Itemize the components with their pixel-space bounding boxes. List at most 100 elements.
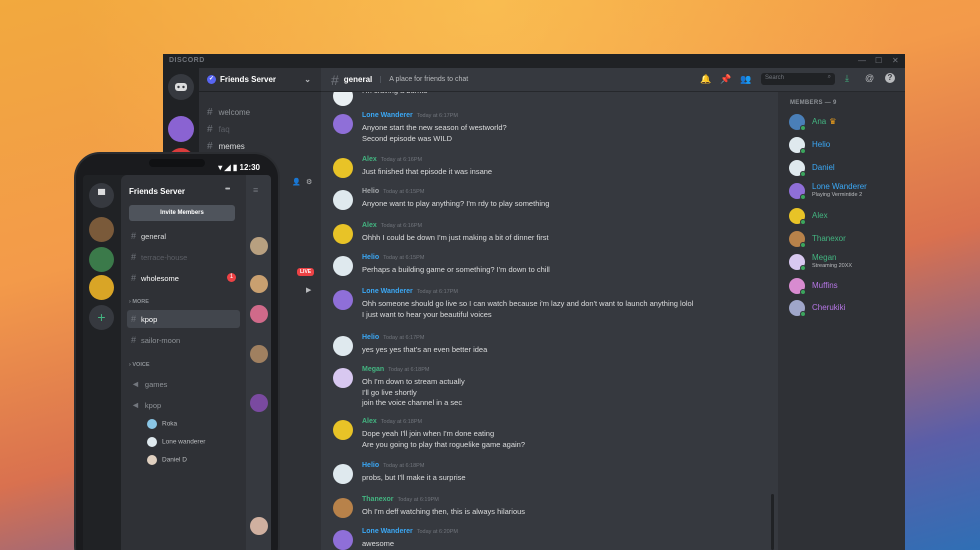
avatar[interactable] xyxy=(333,464,353,484)
voice-user[interactable]: Daniel D xyxy=(147,455,187,465)
message-author[interactable]: Lone Wanderer Today at 6:17PM xyxy=(362,112,458,119)
message-author[interactable]: Helio Today at 6:18PM xyxy=(362,462,424,469)
pin-icon[interactable]: 📌 xyxy=(720,74,731,85)
server-icon-sims[interactable] xyxy=(89,247,114,272)
member-list: MEMBERS — 9 Ana ♛ Helio Daniel Lone Wanderer… xyxy=(778,92,905,550)
message-author[interactable]: Alex Today at 6:16PM xyxy=(362,222,422,229)
message-author[interactable]: Alex Today at 6:16PM xyxy=(362,156,422,163)
message-text: Second episode was WILD xyxy=(362,133,453,143)
avatar[interactable] xyxy=(333,158,353,178)
minimize-button[interactable]: — xyxy=(858,56,866,65)
message-author[interactable]: Megan Today at 6:18PM xyxy=(362,366,429,373)
bell-icon[interactable]: 🔔 xyxy=(700,74,711,85)
hash-icon: # xyxy=(131,252,137,262)
member-name-text: Daniel xyxy=(812,163,835,172)
maximize-button[interactable]: ☐ xyxy=(875,56,882,65)
channel-topic: A place for friends to chat xyxy=(380,76,468,83)
help-icon[interactable]: ? xyxy=(885,73,895,83)
signal-icon: ◢ xyxy=(224,163,231,172)
phone-channel-kpop[interactable]: # kpop xyxy=(127,310,240,328)
avatar[interactable] xyxy=(333,92,353,106)
message-author[interactable]: Helio Today at 6:17PM xyxy=(362,334,424,341)
author-name: Lone Wanderer xyxy=(362,112,413,119)
hash-icon: # xyxy=(131,314,137,324)
member-activity: Playing Vermintide 2 xyxy=(812,192,863,198)
hash-icon: # xyxy=(331,71,339,88)
home-button[interactable] xyxy=(168,74,194,100)
message-text: I'm craving a burrito xyxy=(362,92,428,95)
channel-faq[interactable]: # faq xyxy=(207,124,230,135)
author-name: Lone Wanderer xyxy=(362,288,413,295)
add-server-icon[interactable]: + xyxy=(89,305,114,330)
category-more[interactable]: › MORE xyxy=(129,299,149,305)
author-name: Helio xyxy=(362,254,380,261)
author-name: Thanexor xyxy=(362,496,394,503)
message-author[interactable]: Lone Wanderer Today at 6:17PM xyxy=(362,288,458,295)
live-badge: LIVE xyxy=(297,268,315,276)
avatar[interactable] xyxy=(333,420,353,440)
phone-channel-general[interactable]: # general xyxy=(127,227,240,245)
chat-scrollbar[interactable] xyxy=(771,494,774,550)
crown-icon: ♛ xyxy=(829,117,837,126)
avatar[interactable] xyxy=(333,224,353,244)
category-voice[interactable]: › VOICE xyxy=(129,362,150,368)
settings-icon[interactable]: ⚙ xyxy=(306,178,312,186)
speaker-icon: ◄ xyxy=(131,400,140,410)
invite-members-button[interactable]: Invite Members xyxy=(129,205,235,221)
server-icon-triforce[interactable] xyxy=(89,275,114,300)
phone-channel-sailor-moon[interactable]: # sailor-moon xyxy=(127,331,240,349)
phone-channel-terrace-house[interactable]: # terrace-house xyxy=(127,248,240,266)
avatar[interactable] xyxy=(333,290,353,310)
voice-channel-games[interactable]: ◄ games xyxy=(127,375,240,393)
online-status-icon xyxy=(800,242,806,248)
server-icon-friends[interactable] xyxy=(89,217,114,242)
avatar[interactable] xyxy=(333,530,353,550)
channel-label: terrace-house xyxy=(141,253,188,262)
message-author[interactable]: Helio Today at 6:15PM xyxy=(362,188,424,195)
message-text: Oh I'm down to stream actually xyxy=(362,377,465,386)
message-timestamp: Today at 6:15PM xyxy=(383,189,425,195)
chevron-down-icon: ⌄ xyxy=(304,75,311,84)
server-name: Friends Server xyxy=(220,75,277,84)
search-input[interactable]: Search ⌕ xyxy=(761,73,835,85)
voice-channel-kpop[interactable]: ◄ kpop xyxy=(127,396,240,414)
server-icon-bunny[interactable] xyxy=(168,116,194,142)
server-header[interactable]: ✓ Friends Server ⌄ xyxy=(199,68,321,92)
channel-memes[interactable]: # memes xyxy=(207,141,245,152)
avatar[interactable] xyxy=(333,498,353,518)
channel-welcome[interactable]: # welcome xyxy=(207,107,250,118)
download-icon[interactable]: ⤓ xyxy=(845,73,849,84)
member-activity: Streaming 20XX xyxy=(812,263,853,269)
message-author[interactable]: Helio Today at 6:15PM xyxy=(362,254,424,261)
category-label: VOICE xyxy=(132,362,150,368)
voice-user-name: Daniel D xyxy=(162,456,187,464)
avatar[interactable] xyxy=(333,114,353,134)
message-timestamp: Today at 6:16PM xyxy=(380,157,423,163)
member-name: Megan xyxy=(812,253,836,262)
search-placeholder: Search xyxy=(765,75,785,81)
avatar[interactable] xyxy=(333,256,353,276)
mention-icon[interactable]: @ xyxy=(865,73,874,83)
members-icon[interactable]: 👥 xyxy=(740,74,751,85)
dm-icon[interactable]: ▀ xyxy=(89,183,114,208)
avatar xyxy=(147,419,157,429)
close-button[interactable]: ✕ xyxy=(892,56,899,65)
video-icon: ▶ xyxy=(306,287,312,294)
add-friend-icon[interactable]: 👤 xyxy=(292,178,301,186)
voice-user-name: Roka xyxy=(162,420,178,428)
member-name-text: Thanexor xyxy=(812,234,846,243)
message-author[interactable]: Lone Wanderer Today at 6:20PM xyxy=(362,528,458,535)
avatar[interactable] xyxy=(333,190,353,210)
avatar[interactable] xyxy=(333,368,353,388)
hamburger-icon[interactable]: ≡ xyxy=(253,185,258,195)
message-text: I'll go live shortly xyxy=(362,387,417,397)
phone-channel-wholesome[interactable]: # wholesome 1 xyxy=(127,269,240,287)
voice-user[interactable]: Roka xyxy=(147,419,177,429)
message-author[interactable]: Thanexor Today at 6:19PM xyxy=(362,496,439,503)
more-menu-icon[interactable]: ••• xyxy=(225,186,230,193)
message-author[interactable]: Alex Today at 6:18PM xyxy=(362,418,422,425)
voice-user-name: Lone wanderer xyxy=(162,438,206,446)
message-timestamp: Today at 6:16PM xyxy=(380,223,423,229)
avatar[interactable] xyxy=(333,336,353,356)
voice-user[interactable]: Lone wanderer xyxy=(147,437,205,447)
